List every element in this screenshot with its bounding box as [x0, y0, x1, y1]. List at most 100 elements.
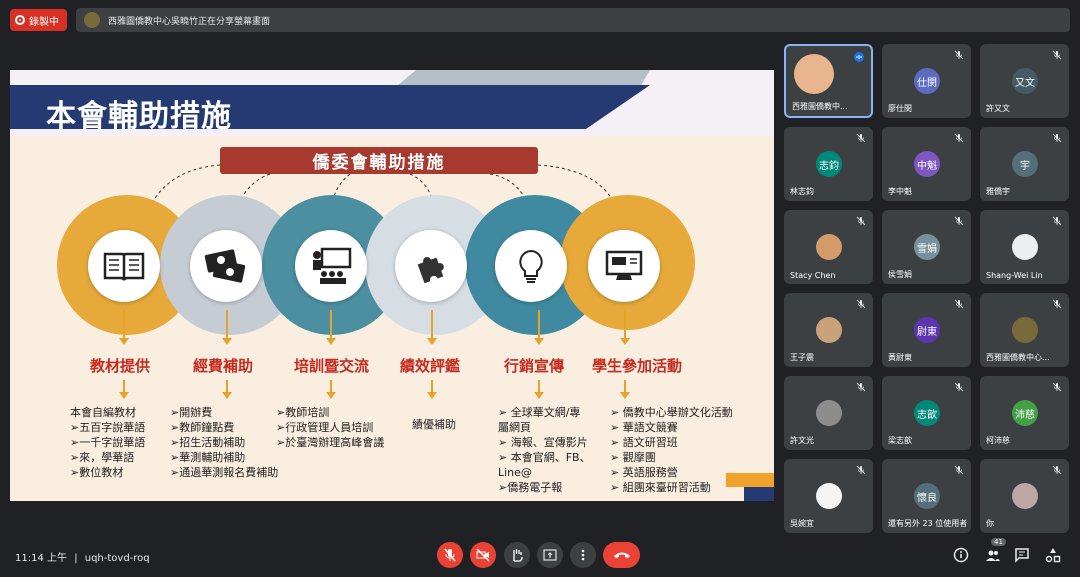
- item-text: ➢數位教材: [70, 466, 124, 479]
- item-text: ➢教師培訓: [276, 406, 330, 419]
- participant-name: 吳婉宜: [790, 519, 814, 528]
- participant-tile[interactable]: 懷良 還有另外 23 位使用者: [882, 459, 971, 533]
- separator: |: [74, 553, 78, 564]
- arrow-small-4: [427, 380, 437, 399]
- more-options-button[interactable]: [570, 542, 596, 568]
- participant-avatar: 又文: [1012, 68, 1038, 94]
- participant-avatar: 中魁: [914, 151, 940, 177]
- participant-avatar: 沛慈: [1012, 400, 1038, 426]
- arrow-2: [222, 310, 232, 345]
- mic-muted-icon: [954, 299, 964, 309]
- money-icon: [190, 230, 262, 302]
- participant-name: 王子震: [790, 353, 814, 362]
- participant-name: Stacy Chen: [790, 271, 836, 280]
- participant-tile[interactable]: 宇雅僑宇: [980, 127, 1069, 201]
- activities-button[interactable]: [1044, 546, 1062, 564]
- category-items: ➢ 全球華文網/專 屬網頁 ➢ 海報、宣傳影片 ➢ 本會官網、FB、 Line@…: [498, 405, 591, 495]
- mic-muted-icon: [1052, 465, 1062, 475]
- participant-name: 廖仕閔: [888, 104, 912, 113]
- arrow-small-2: [222, 380, 232, 399]
- participant-name: 西雅圖僑教中...: [792, 102, 848, 111]
- category-label: 績效評鑑: [400, 357, 461, 375]
- participant-tile[interactable]: 西雅圖僑教中...: [784, 44, 873, 118]
- item-text: ➢ 觀摩團: [610, 451, 656, 464]
- participant-tile[interactable]: 尉東 黃尉東: [882, 293, 971, 367]
- record-icon: [15, 15, 25, 25]
- mic-muted-icon: [1052, 216, 1062, 226]
- item-text: ➢ 組團來臺研習活動: [610, 481, 711, 494]
- arrow-4: [427, 310, 437, 345]
- item-text: ➢ 海報、宣傳影片: [498, 436, 588, 449]
- arrow-6: [620, 310, 630, 345]
- presenting-text: 西雅圖僑教中心吳曉竹正在分享螢幕畫面: [108, 16, 271, 27]
- item-text: ➢開辦費: [170, 406, 213, 419]
- item-text: ➢通過華測報名費補助: [170, 466, 279, 479]
- item-text: ➢ 語文研習班: [610, 436, 678, 449]
- participant-tile[interactable]: 志歆 梁志歆: [882, 376, 971, 450]
- mic-muted-icon: [954, 382, 964, 392]
- participant-avatar: [816, 234, 842, 260]
- item-text: ➢行政管理人員培訓: [276, 421, 374, 434]
- participant-avatar: [816, 317, 842, 343]
- participant-tile[interactable]: 仕閔廖仕閔: [882, 44, 971, 118]
- puzzle-icon: [395, 230, 467, 302]
- meeting-details-button[interactable]: [952, 546, 970, 564]
- item-text: ➢教師鐘點費: [170, 421, 235, 434]
- participant-avatar: 志鈞: [816, 151, 842, 177]
- arrow-5: [534, 310, 544, 345]
- participant-avatar: 志歆: [914, 400, 940, 426]
- participant-tile[interactable]: Shang-Wei Lin: [980, 210, 1069, 284]
- present-icon: [543, 549, 557, 561]
- people-button[interactable]: [984, 546, 1002, 564]
- participant-tile[interactable]: Stacy Chen: [784, 210, 873, 284]
- participant-tile[interactable]: 吳婉宜: [784, 459, 873, 533]
- recording-label: 錄製中: [29, 16, 59, 28]
- present-button[interactable]: [537, 542, 563, 568]
- item-text: ➢ 本會官網、FB、: [498, 451, 591, 464]
- participant-tile[interactable]: 你: [980, 459, 1069, 533]
- item-text: ➢ 英語服務營: [610, 466, 678, 479]
- participant-name: 許又文: [986, 104, 1010, 113]
- raise-hand-button[interactable]: [504, 542, 530, 568]
- participant-avatar: [1012, 234, 1038, 260]
- recording-indicator[interactable]: 錄製中: [10, 9, 67, 31]
- chat-button[interactable]: [1013, 546, 1031, 564]
- participant-tile[interactable]: 西雅圖僑教中心...: [980, 293, 1069, 367]
- participant-name: 許文光: [790, 436, 814, 445]
- participant-tile[interactable]: 雪娟 侯雪娟: [882, 210, 971, 284]
- meeting-info: 11:14 上午 | uqh-tovd-roq: [15, 549, 150, 564]
- participant-name: 林志鈞: [790, 187, 814, 196]
- participant-tile[interactable]: 沛慈 柯沛慈: [980, 376, 1069, 450]
- participant-tile[interactable]: 中魁 李中魁: [882, 127, 971, 201]
- arrow-1: [119, 310, 129, 345]
- item-text: ➢華測輔助補助: [170, 451, 246, 464]
- participant-avatar: [1012, 483, 1038, 509]
- item-text: 屬網頁: [498, 421, 531, 434]
- participant-tile[interactable]: 許文光: [784, 376, 873, 450]
- mic-muted-icon: [1052, 50, 1062, 60]
- participant-tile[interactable]: 志鈞林志鈞: [784, 127, 873, 201]
- item-text: ➢來，學華語: [70, 451, 135, 464]
- mic-muted-icon: [954, 465, 964, 475]
- book-icon: [88, 230, 160, 302]
- participant-tile[interactable]: 王子震: [784, 293, 873, 367]
- mic-off-button[interactable]: [437, 542, 463, 568]
- participant-avatar: 仕閔: [914, 68, 940, 94]
- activities-icon: [1045, 548, 1061, 563]
- chat-icon: [1015, 548, 1029, 563]
- hand-icon: [513, 549, 523, 562]
- category-label: 教材提供: [90, 357, 151, 375]
- item-text: ➢於臺灣辦理高峰會議: [276, 436, 385, 449]
- category-label: 經費補助: [193, 357, 254, 375]
- participant-count-badge: 41: [991, 538, 1006, 546]
- leave-call-button[interactable]: [603, 542, 640, 568]
- slide-corner-stripe-navy: [744, 487, 774, 501]
- category-items: ➢ 僑教中心舉辦文化活動 ➢ 華語文競賽 ➢ 語文研習班 ➢ 觀摩團 ➢ 英語服…: [610, 405, 733, 495]
- participant-tile[interactable]: 又文許又文: [980, 44, 1069, 118]
- participant-name: 你: [986, 519, 994, 528]
- camera-off-button[interactable]: [470, 542, 496, 568]
- participant-name: 侯雪娟: [888, 270, 912, 279]
- participant-avatar: 尉東: [914, 317, 940, 343]
- mic-muted-icon: [856, 382, 866, 392]
- mic-muted-icon: [1052, 299, 1062, 309]
